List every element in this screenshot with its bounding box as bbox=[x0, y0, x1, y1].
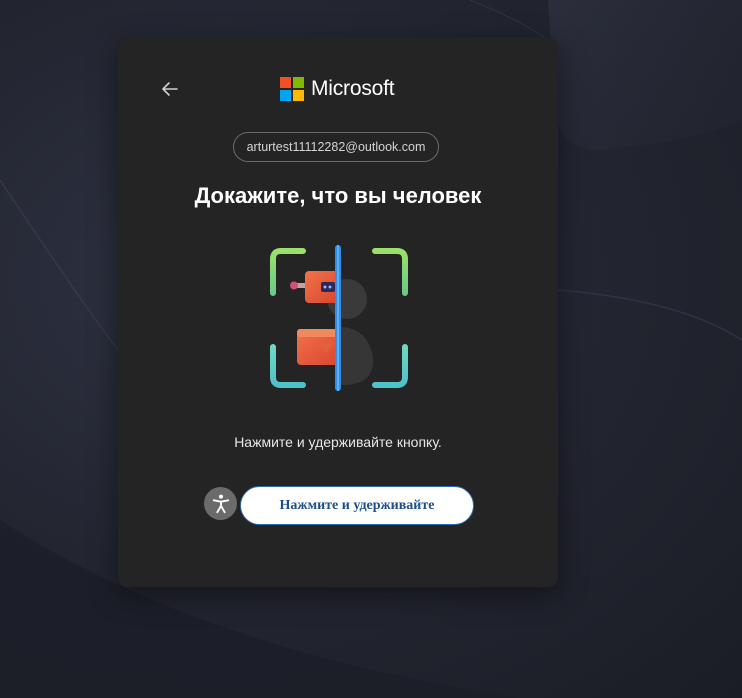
logo-square-red bbox=[280, 77, 291, 88]
back-button[interactable] bbox=[158, 77, 182, 101]
brand-name: Microsoft bbox=[311, 77, 395, 100]
logo-square-green bbox=[293, 77, 304, 88]
accessibility-button[interactable] bbox=[204, 487, 237, 520]
page-title: Докажите, что вы человек bbox=[194, 183, 482, 208]
instruction-text: Нажмите и удерживайте кнопку. bbox=[234, 434, 442, 450]
press-and-hold-button[interactable]: Нажмите и удерживайте bbox=[240, 486, 474, 525]
arrow-left-icon bbox=[162, 82, 178, 96]
robot-human-scan-icon bbox=[263, 245, 415, 395]
accessibility-person-icon bbox=[212, 494, 229, 513]
logo-square-blue bbox=[280, 90, 291, 101]
microsoft-logo-icon bbox=[280, 77, 304, 101]
signin-card: Microsoft arturtest11112282@outlook.com … bbox=[118, 37, 558, 587]
logo-square-yellow bbox=[293, 90, 304, 101]
account-email-pill[interactable]: arturtest11112282@outlook.com bbox=[233, 132, 439, 162]
microsoft-logo: Microsoft bbox=[280, 77, 395, 101]
